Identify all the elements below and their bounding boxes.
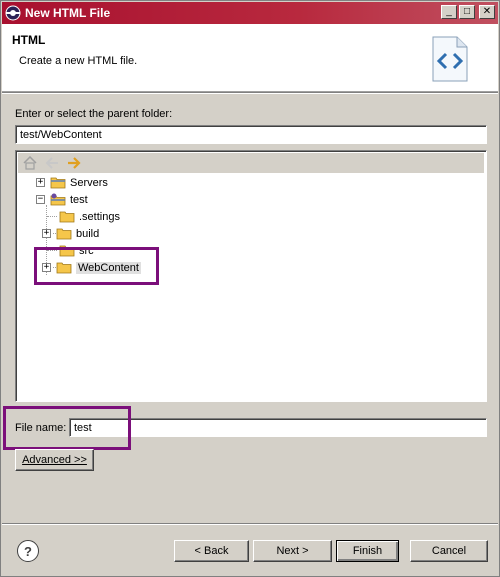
next-button[interactable]: Next > — [253, 540, 332, 562]
tree-toolbar — [18, 153, 484, 173]
collapse-icon[interactable]: − — [36, 195, 45, 204]
page-title: HTML — [12, 33, 46, 47]
annotation-highlight — [34, 247, 159, 285]
finish-button[interactable]: Finish — [336, 540, 399, 562]
close-icon: ✕ — [482, 6, 492, 17]
help-button[interactable]: ? — [17, 540, 39, 562]
eclipse-icon — [5, 5, 21, 21]
file-name-input[interactable]: test — [69, 418, 487, 437]
back-arrow-icon[interactable] — [44, 155, 60, 171]
tree-item-servers[interactable]: + Servers — [36, 174, 108, 191]
help-icon: ? — [24, 543, 32, 559]
maximize-icon: □ — [463, 6, 471, 17]
html-file-icon — [432, 36, 468, 82]
tree-item-test[interactable]: − test — [36, 191, 88, 208]
tree-item-build[interactable]: + build — [42, 225, 99, 242]
folder-icon — [59, 211, 75, 223]
window-title: New HTML File — [25, 6, 111, 20]
maximize-button[interactable]: □ — [459, 5, 475, 19]
close-button[interactable]: ✕ — [479, 5, 495, 19]
title-bar[interactable]: New HTML File _ □ ✕ — [2, 2, 498, 24]
tree-guide — [47, 216, 57, 217]
cancel-button[interactable]: Cancel — [410, 540, 488, 562]
expand-icon[interactable]: + — [36, 178, 45, 187]
parent-folder-input[interactable]: test/WebContent — [15, 125, 487, 144]
annotation-highlight — [3, 406, 131, 450]
back-button[interactable]: < Back — [174, 540, 249, 562]
parent-folder-label: Enter or select the parent folder: — [15, 108, 173, 120]
home-icon[interactable] — [22, 155, 38, 171]
new-html-file-dialog: New HTML File _ □ ✕ HTML Create a new HT… — [0, 0, 500, 577]
project-folder-icon — [50, 177, 66, 189]
wizard-header: HTML Create a new HTML file. — [2, 24, 498, 92]
footer-separator — [2, 523, 498, 525]
folder-icon — [56, 228, 72, 240]
advanced-button[interactable]: Advanced >> — [15, 449, 94, 471]
page-description: Create a new HTML file. — [19, 55, 138, 67]
forward-arrow-icon[interactable] — [66, 155, 82, 171]
expand-icon[interactable]: + — [42, 229, 51, 238]
window-controls: _ □ ✕ — [441, 5, 495, 19]
java-project-icon — [50, 193, 66, 206]
minimize-button[interactable]: _ — [441, 5, 457, 19]
minimize-icon: _ — [446, 6, 452, 17]
header-separator — [2, 92, 498, 94]
tree-item-settings[interactable]: .settings — [59, 208, 120, 225]
